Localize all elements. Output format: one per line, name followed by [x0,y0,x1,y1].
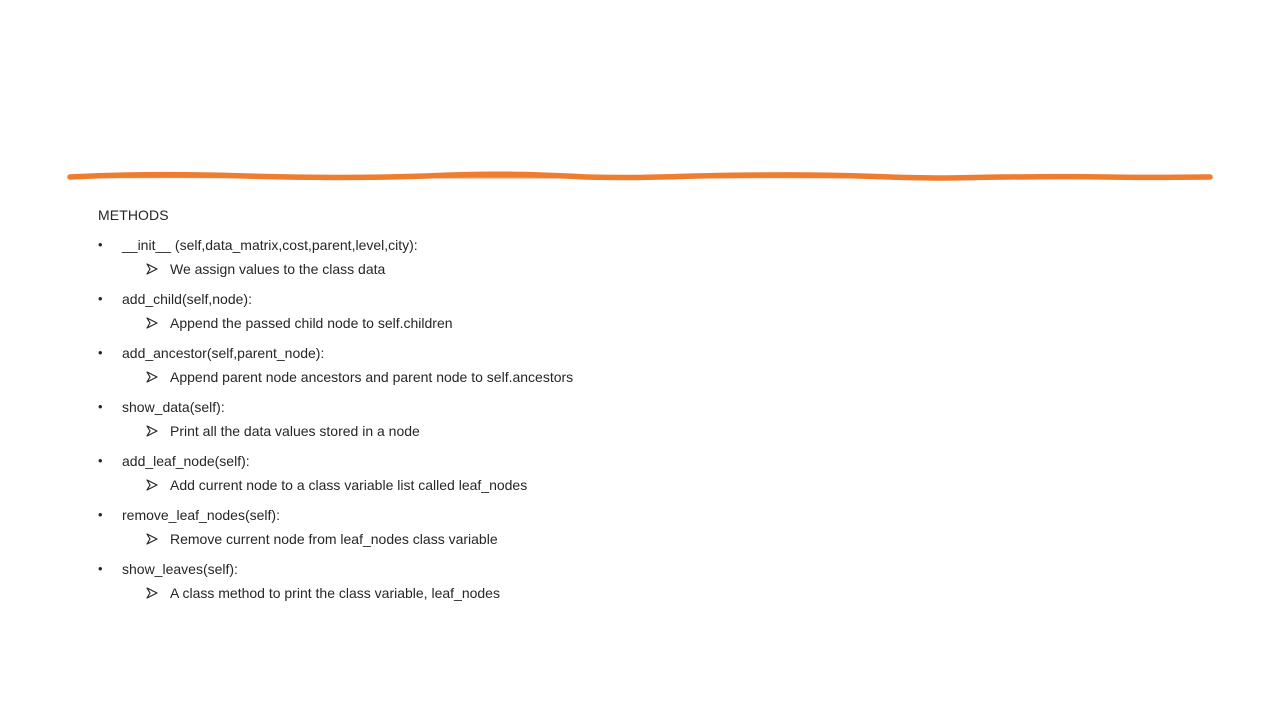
method-item: • add_leaf_node(self): Add current node … [98,451,1198,495]
method-description-row: Append the passed child node to self.chi… [98,313,1198,333]
method-row: • remove_leaf_nodes(self): [98,505,1198,525]
arrowhead-bullet-icon [146,533,158,545]
method-row: • show_data(self): [98,397,1198,417]
method-item: • add_child(self,node): Append the passe… [98,289,1198,333]
method-signature: show_data(self): [122,399,225,415]
arrowhead-bullet-icon [146,371,158,383]
method-description: Append the passed child node to self.chi… [170,315,453,331]
method-description-row: Add current node to a class variable lis… [98,475,1198,495]
method-description-row: A class method to print the class variab… [98,583,1198,603]
bullet-dot-icon: • [98,345,103,360]
method-signature: add_ancestor(self,parent_node): [122,345,325,361]
bullet-dot-icon: • [98,561,103,576]
method-item: • __init__ (self,data_matrix,cost,parent… [98,235,1198,279]
method-signature: add_child(self,node): [122,291,252,307]
bullet-dot-icon: • [98,399,103,414]
bullet-dot-icon: • [98,237,103,252]
arrowhead-bullet-icon [146,317,158,329]
method-signature: show_leaves(self): [122,561,238,577]
method-row: • show_leaves(self): [98,559,1198,579]
method-signature: __init__ (self,data_matrix,cost,parent,l… [122,237,418,253]
divider-stroke-thin [84,175,1198,179]
arrowhead-bullet-icon [146,479,158,491]
method-item: • show_data(self): Print all the data va… [98,397,1198,441]
bullet-dot-icon: • [98,507,103,522]
method-row: • __init__ (self,data_matrix,cost,parent… [98,235,1198,255]
section-heading: METHODS [98,207,169,223]
arrowhead-bullet-icon [146,263,158,275]
method-description: We assign values to the class data [170,261,386,277]
methods-list: • __init__ (self,data_matrix,cost,parent… [98,235,1198,603]
method-description: Append parent node ancestors and parent … [170,369,574,385]
arrowhead-bullet-icon [146,587,158,599]
bullet-dot-icon: • [98,291,103,306]
method-item: • add_ancestor(self,parent_node): Append… [98,343,1198,387]
method-item: • remove_leaf_nodes(self): Remove curren… [98,505,1198,549]
method-description-row: Remove current node from leaf_nodes clas… [98,529,1198,549]
method-signature: remove_leaf_nodes(self): [122,507,280,523]
method-description-row: Print all the data values stored in a no… [98,421,1198,441]
method-item: • show_leaves(self): A class method to p… [98,559,1198,603]
method-description: A class method to print the class variab… [170,585,500,601]
method-description: Print all the data values stored in a no… [170,423,420,439]
method-description: Remove current node from leaf_nodes clas… [170,531,498,547]
bullet-dot-icon: • [98,453,103,468]
method-signature: add_leaf_node(self): [122,453,250,469]
arrowhead-bullet-icon [146,425,158,437]
method-description-row: Append parent node ancestors and parent … [98,367,1198,387]
method-row: • add_child(self,node): [98,289,1198,309]
method-description: Add current node to a class variable lis… [170,477,528,493]
slide-content: METHODS • __init__ (self,data_matrix,cos… [98,205,1198,613]
decorative-divider [67,171,1213,181]
method-description-row: We assign values to the class data [98,259,1198,279]
method-row: • add_leaf_node(self): [98,451,1198,471]
method-row: • add_ancestor(self,parent_node): [98,343,1198,363]
slide: METHODS • __init__ (self,data_matrix,cos… [0,0,1280,720]
